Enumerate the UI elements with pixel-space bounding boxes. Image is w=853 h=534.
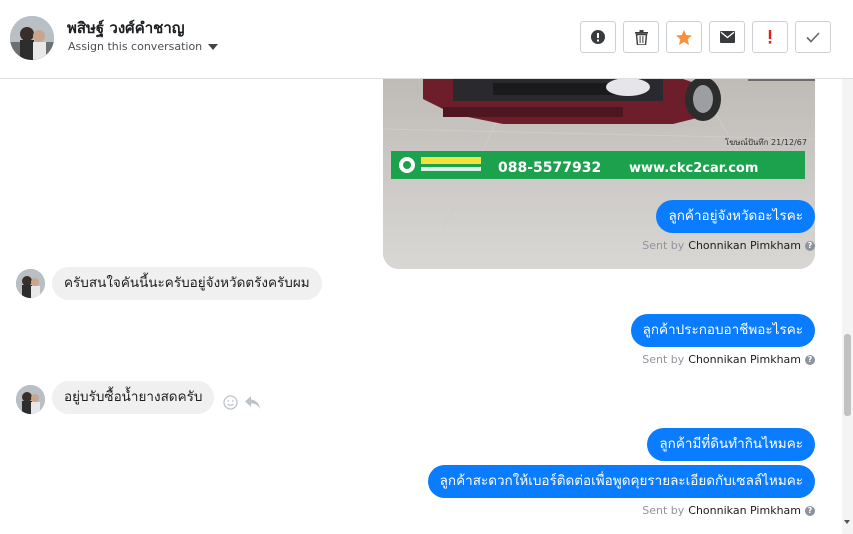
sent-by-label: Sent by Chonnikan Pimkham ? (642, 353, 815, 366)
assign-label: Assign this conversation (68, 40, 203, 53)
mark-unread-button[interactable] (709, 21, 745, 53)
scrollbar-thumb[interactable] (844, 334, 851, 416)
question-icon[interactable]: ? (805, 240, 815, 251)
conversation-header: พสิษฐ์ วงศ์คำชาญ Assign this conversatio… (0, 0, 853, 79)
follow-up-button[interactable] (752, 21, 788, 53)
scroll-down-arrow-icon[interactable] (844, 520, 850, 524)
banner-website: www.ckc2car.com (629, 161, 758, 176)
incoming-message[interactable]: อยู่บรับซื้อน้ำยางสดครับ (52, 381, 215, 414)
photo-date-stamp: โฆษณ์ปันทึก 21/12/67 (725, 137, 807, 147)
star-button[interactable] (666, 21, 702, 53)
envelope-icon (719, 31, 735, 43)
sent-by-prefix: Sent by (642, 353, 685, 366)
mark-spam-button[interactable] (580, 21, 616, 53)
sender-name: Chonnikan Pimkham (688, 504, 801, 517)
assign-conversation-dropdown[interactable]: Assign this conversation (68, 40, 219, 53)
contact-avatar-small[interactable] (16, 385, 45, 414)
outgoing-message[interactable]: ลูกค้าประกอบอาชีพอะไรคะ (630, 314, 815, 347)
message-scrollbar[interactable] (842, 79, 853, 534)
message-thread[interactable]: โฆษณ์ปันทึก 21/12/67 088-5577932 www.ckc… (0, 79, 842, 534)
reply-icon[interactable] (244, 395, 261, 410)
exclamation-circle-icon (591, 30, 605, 44)
sent-by-label: Sent by Chonnikan Pimkham ? (642, 504, 815, 517)
exclamation-icon (768, 30, 772, 44)
question-icon[interactable]: ? (805, 505, 815, 516)
outgoing-message[interactable]: ลูกค้ามีที่ดินทำกินไหมคะ (647, 428, 815, 461)
outgoing-message[interactable]: ลูกค้าอยู่จังหวัดอะไรคะ (656, 200, 815, 233)
contact-avatar[interactable] (10, 16, 54, 60)
question-icon[interactable]: ? (805, 354, 815, 365)
trash-icon (634, 29, 648, 45)
contact-name: พสิษฐ์ วงศ์คำชาญ (67, 19, 185, 37)
caret-down-icon (208, 43, 219, 50)
banner-phone: 088-5577932 (498, 160, 601, 176)
sender-name: Chonnikan Pimkham (688, 353, 801, 366)
sent-by-label: Sent by Chonnikan Pimkham ? (642, 239, 815, 252)
star-icon (676, 29, 692, 45)
sent-by-prefix: Sent by (642, 239, 685, 252)
sender-name: Chonnikan Pimkham (688, 239, 801, 252)
outgoing-message[interactable]: ลูกค้าสะดวกให้เบอร์ติดต่อเพื่อพูดคุยรายล… (427, 465, 815, 498)
contact-avatar-small[interactable] (16, 269, 45, 298)
check-icon (806, 31, 820, 43)
delete-button[interactable] (623, 21, 659, 53)
conversation-toolbar (580, 21, 831, 53)
incoming-message[interactable]: ครับสนใจคันนี้นะครับอยู่จังหวัดตรังครับผ… (52, 267, 322, 300)
mark-done-button[interactable] (795, 21, 831, 53)
sent-by-prefix: Sent by (642, 504, 685, 517)
react-smiley-icon[interactable] (223, 395, 238, 410)
